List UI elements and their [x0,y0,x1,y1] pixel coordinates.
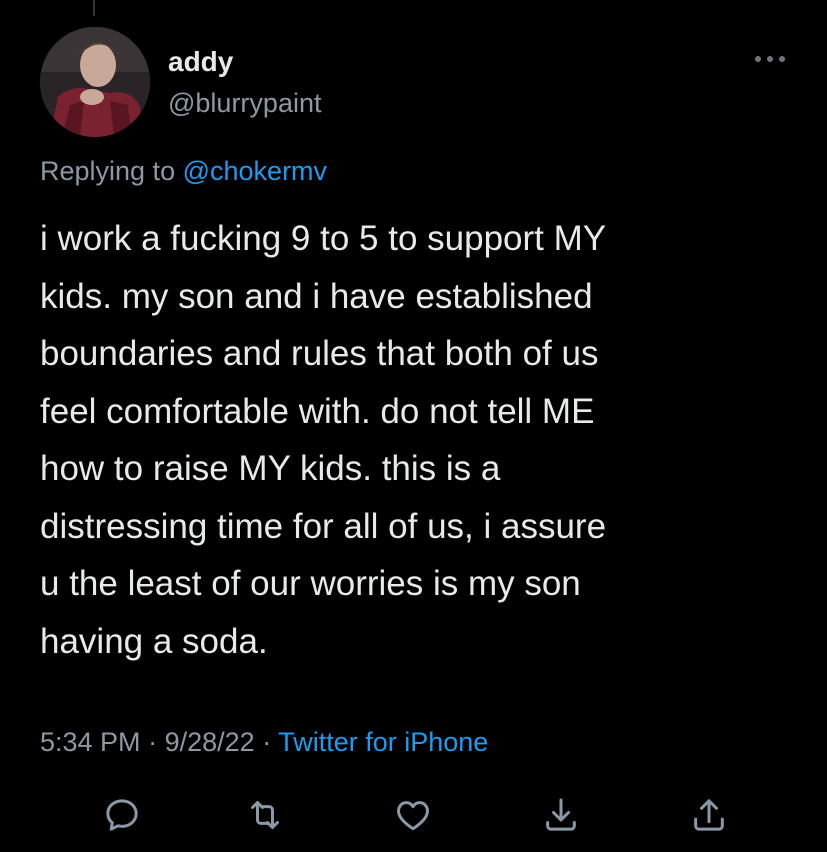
avatar[interactable] [40,27,150,137]
tweet-date[interactable]: 9/28/22 [165,727,255,757]
bookmark-download-icon [546,798,576,831]
replying-to-mention-link[interactable]: @chokermv [183,156,327,186]
replying-to-line: Replying to @chokermv [40,153,327,189]
share-icon [694,799,724,831]
share-button[interactable] [684,790,734,840]
comment-icon [106,799,138,831]
meta-separator: · [262,727,272,757]
more-options-button[interactable] [750,46,790,72]
reply-button[interactable] [97,790,147,840]
more-dots-icon [755,56,785,62]
tweet-time[interactable]: 5:34 PM [40,727,141,757]
tweet-text: i work a fucking 9 to 5 to support MY ki… [40,219,607,661]
avatar-photo-icon [40,27,150,137]
action-bar [0,790,827,840]
retweet-icon [251,801,279,829]
meta-separator: · [148,727,158,757]
retweet-button[interactable] [240,790,290,840]
author-handle[interactable]: @blurrypaint [168,86,321,120]
author-name[interactable]: addy [168,44,233,80]
replying-to-label: Replying to [40,156,176,186]
thread-connector-line [93,0,95,16]
bookmark-button[interactable] [536,790,586,840]
heart-icon [397,801,429,831]
like-button[interactable] [388,790,438,840]
tweet-source-link[interactable]: Twitter for iPhone [278,727,488,757]
tweet-metadata: 5:34 PM · 9/28/22 · Twitter for iPhone [40,724,488,760]
